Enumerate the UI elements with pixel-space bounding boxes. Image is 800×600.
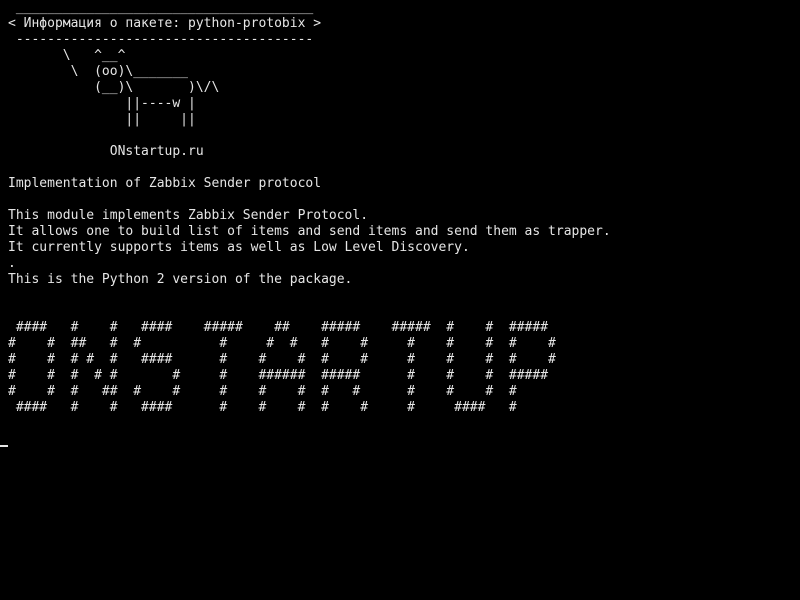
description-line-3: It currently supports items as well as L… <box>8 240 470 255</box>
cowsay-bottom-border: -------------------------------------- <box>8 32 314 47</box>
banner-ascii-line-4: # # # # # # # ###### ##### # # # ##### <box>8 368 549 383</box>
text-cursor <box>0 445 8 447</box>
banner-ascii-line-6: #### # # #### # # # # # # #### # <box>8 400 517 415</box>
description-line-1: This module implements Zabbix Sender Pro… <box>8 208 369 223</box>
description-line-4: This is the Python 2 version of the pack… <box>8 272 353 287</box>
cowsay-package-title: < Информация о пакете: python-protobix > <box>8 16 322 31</box>
description-line-2: It allows one to build list of items and… <box>8 224 611 239</box>
cow-ascii-line-1: \ ^__^ <box>8 48 126 63</box>
banner-ascii-line-3: # # # # # #### # # # # # # # # # # <box>8 352 556 367</box>
package-summary: Implementation of Zabbix Sender protocol <box>8 176 322 191</box>
banner-ascii-line-5: # # # ## # # # # # # # # # # # <box>8 384 517 399</box>
cow-ascii-line-4: ||----w | <box>8 96 196 111</box>
description-separator-dot: . <box>8 256 16 271</box>
cow-ascii-line-2: \ (oo)\_______ <box>8 64 189 79</box>
site-credit: ONstartup.ru <box>8 144 204 159</box>
banner-ascii-line-1: #### # # #### ##### ## ##### ##### # # #… <box>8 320 549 335</box>
cowsay-top-border: ______________________________________ <box>8 0 314 15</box>
cow-ascii-line-3: (__)\ )\/\ <box>8 80 220 95</box>
cow-ascii-line-5: || || <box>8 112 196 127</box>
terminal-screen[interactable]: ______________________________________ <… <box>0 0 800 600</box>
banner-ascii-line-2: # # ## # # # # # # # # # # # # <box>8 336 556 351</box>
